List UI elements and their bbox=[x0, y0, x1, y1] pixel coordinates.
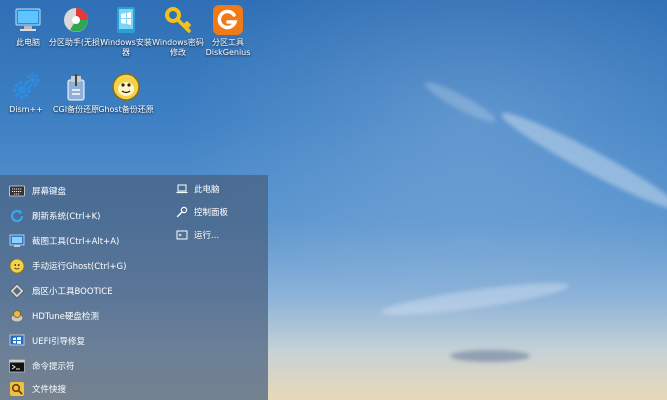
desktop-icon-cgi-backup[interactable]: CGI备份还原 bbox=[48, 72, 104, 115]
hdtune-icon bbox=[8, 308, 25, 325]
ghost-icon bbox=[8, 258, 25, 275]
menu-item-manual-ghost[interactable]: 手动运行Ghost(Ctrl+G) bbox=[8, 255, 126, 277]
side-item-label: 运行... bbox=[194, 231, 220, 241]
gear-icon bbox=[11, 72, 41, 102]
side-item-label: 控制面板 bbox=[194, 208, 229, 218]
desktop-icon-password-change[interactable]: Windows密码修改 bbox=[150, 5, 206, 58]
key-icon bbox=[163, 5, 193, 35]
menu-item-label: HDTune硬盘检测 bbox=[32, 312, 99, 322]
desktop-icon-label: 分区助手(无损) bbox=[48, 38, 104, 47]
screenshot-icon bbox=[8, 233, 25, 250]
menu-item-label: 截图工具(Ctrl+Alt+A) bbox=[32, 237, 120, 247]
wrench-icon bbox=[176, 206, 188, 218]
menu-item-refresh-system[interactable]: 刷新系统(Ctrl+K) bbox=[8, 205, 100, 227]
laptop-icon bbox=[176, 183, 188, 195]
side-item-control-panel[interactable]: 控制面板 bbox=[176, 203, 228, 221]
desktop-icon-label: Ghost备份还原 bbox=[98, 105, 154, 114]
menu-item-uefi-repair[interactable]: UEFI引导修复 bbox=[8, 330, 85, 352]
run-icon bbox=[176, 229, 188, 241]
menu-item-command-prompt[interactable]: 命令提示符 bbox=[8, 355, 75, 377]
menu-item-label: 文件快搜 bbox=[32, 385, 67, 395]
side-item-label: 此电脑 bbox=[194, 185, 220, 195]
cloud bbox=[450, 350, 530, 362]
desktop-icon-label: 分区工具DiskGenius bbox=[205, 38, 251, 57]
menu-item-file-search[interactable]: 文件快搜 bbox=[8, 378, 66, 400]
desktop-icon-label: Windows密码修改 bbox=[152, 38, 204, 57]
desktop-icon-label: Windows安装器 bbox=[100, 38, 152, 57]
desktop-icon-label: Dism++ bbox=[9, 105, 43, 114]
side-item-this-pc[interactable]: 此电脑 bbox=[176, 180, 220, 198]
menu-item-label: UEFI引导修复 bbox=[32, 337, 85, 347]
uefi-icon bbox=[8, 333, 25, 350]
menu-item-label: 屏幕键盘 bbox=[32, 187, 67, 197]
partition-assistant-icon bbox=[61, 5, 91, 35]
menu-item-onscreen-keyboard[interactable]: 屏幕键盘 bbox=[8, 180, 66, 202]
menu-item-label: 手动运行Ghost(Ctrl+G) bbox=[32, 262, 127, 272]
windows-installer-icon bbox=[111, 5, 141, 35]
keyboard-icon bbox=[8, 183, 25, 200]
menu-item-bootice[interactable]: 扇区小工具BOOTICE bbox=[8, 280, 113, 302]
refresh-icon bbox=[8, 208, 25, 225]
menu-item-label: 刷新系统(Ctrl+K) bbox=[32, 212, 101, 222]
desktop-icon-ghost-backup[interactable]: Ghost备份还原 bbox=[98, 72, 154, 115]
search-icon bbox=[8, 381, 25, 398]
computer-icon bbox=[13, 5, 43, 35]
desktop-icon-partition-assistant[interactable]: 分区助手(无损) bbox=[48, 5, 104, 48]
menu-item-label: 扇区小工具BOOTICE bbox=[32, 287, 113, 297]
ghost-icon bbox=[111, 72, 141, 102]
start-menu-panel: 屏幕键盘 刷新系统(Ctrl+K) 截图工具(Ctrl+Alt+A) 手动运行G… bbox=[0, 175, 268, 400]
cgi-backup-icon bbox=[61, 72, 91, 102]
menu-item-label: 命令提示符 bbox=[32, 362, 75, 372]
desktop-icon-diskgenius[interactable]: 分区工具DiskGenius bbox=[200, 5, 256, 58]
cloud bbox=[421, 77, 499, 127]
menu-item-screenshot-tool[interactable]: 截图工具(Ctrl+Alt+A) bbox=[8, 230, 119, 252]
desktop-icon-label: CGI备份还原 bbox=[52, 105, 100, 114]
terminal-icon bbox=[8, 358, 25, 375]
diskgenius-icon bbox=[213, 5, 243, 35]
desktop-icon-windows-installer[interactable]: Windows安装器 bbox=[98, 5, 154, 58]
side-item-run[interactable]: 运行... bbox=[176, 226, 219, 244]
menu-item-hdtune[interactable]: HDTune硬盘检测 bbox=[8, 305, 99, 327]
bootice-icon bbox=[8, 283, 25, 300]
desktop-icon-dism[interactable]: Dism++ bbox=[0, 72, 54, 115]
cloud bbox=[379, 276, 571, 322]
cloud bbox=[496, 104, 667, 218]
